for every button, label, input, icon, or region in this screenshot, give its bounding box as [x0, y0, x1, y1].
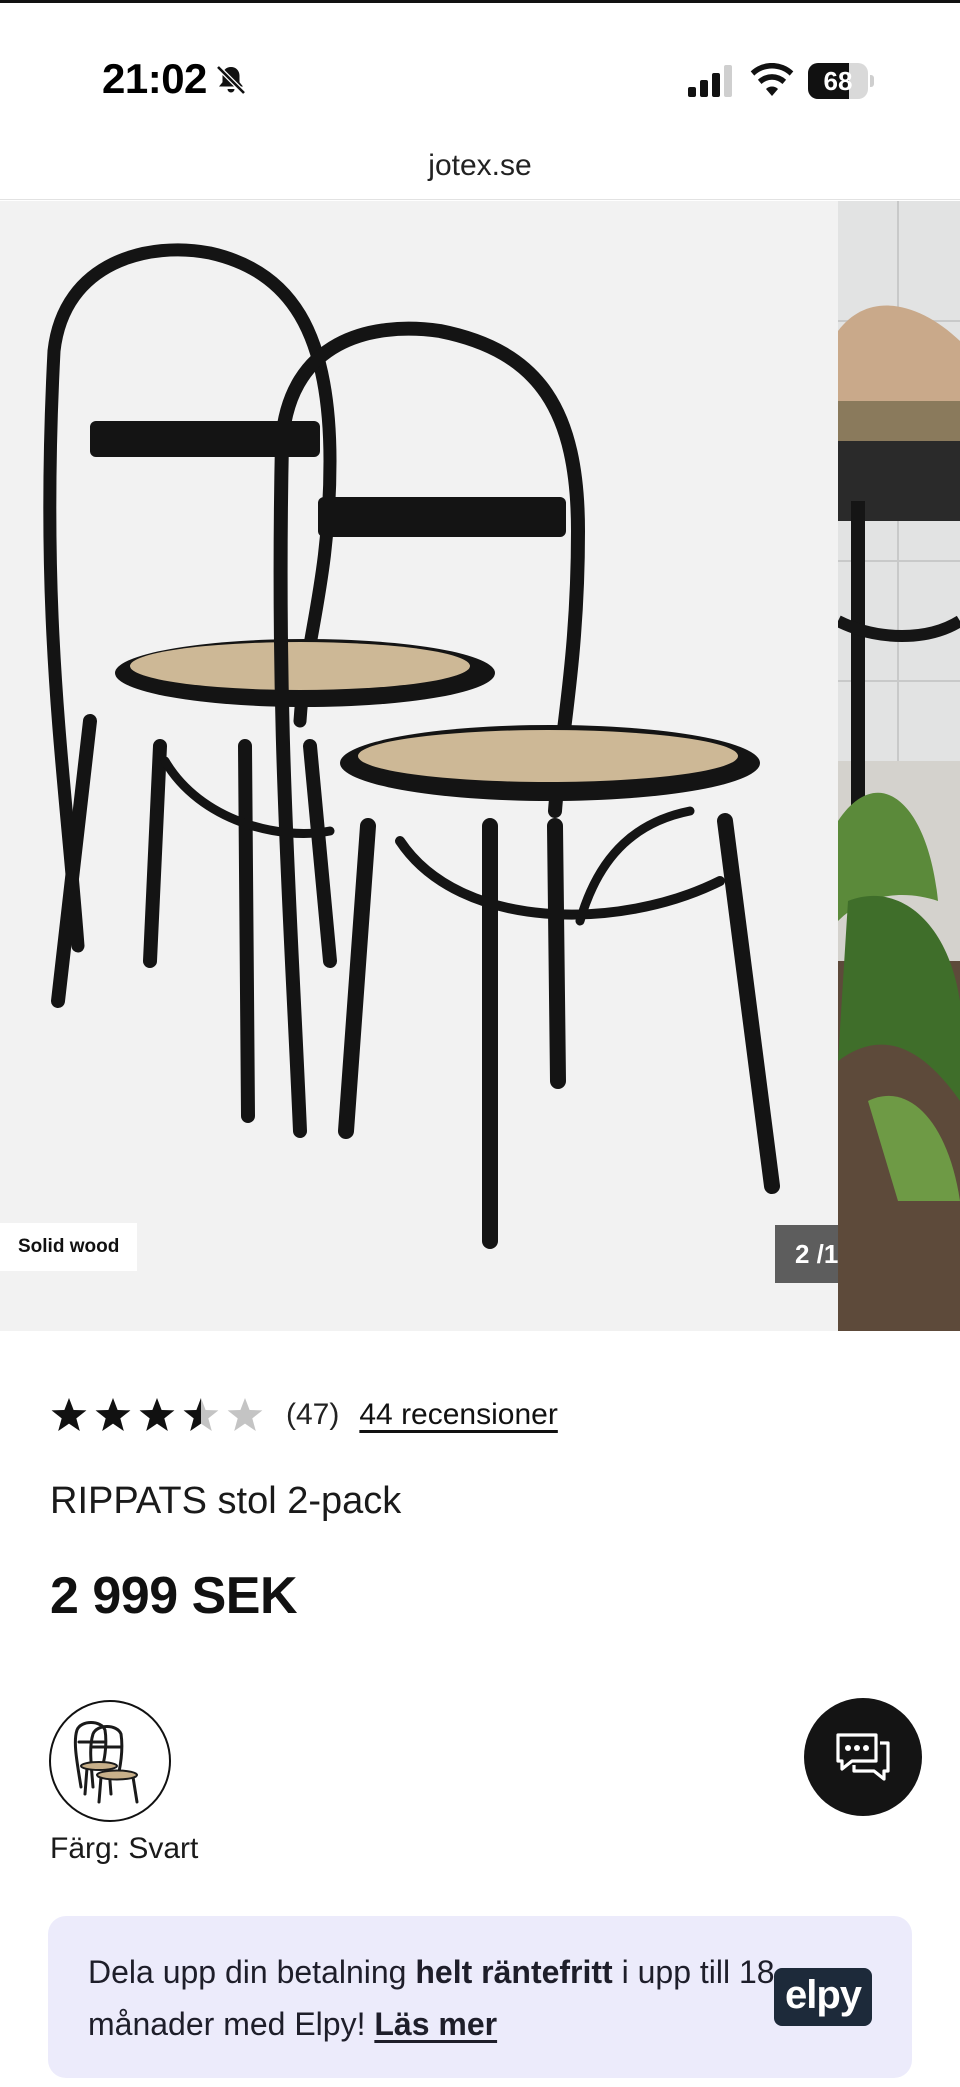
elpy-payment-banner: Dela upp din betalning helt räntefritt i… — [48, 1916, 912, 2078]
chat-button[interactable] — [804, 1698, 922, 1816]
cellular-signal-icon — [688, 65, 732, 97]
star-icon — [183, 1398, 219, 1431]
chairs-illustration — [0, 201, 838, 1331]
bell-slash-icon — [216, 65, 246, 95]
battery-icon: 68 — [808, 63, 874, 99]
read-more-link[interactable]: Läs mer — [374, 2006, 497, 2042]
elpy-text-bold: helt räntefritt — [415, 1954, 613, 1990]
product-image-next-peek[interactable] — [838, 201, 960, 1331]
status-bar: 21:02 68 — [0, 0, 960, 140]
star-icon — [139, 1398, 175, 1431]
product-price: 2 999 SEK — [50, 1567, 298, 1625]
next-image-illustration — [838, 201, 960, 1331]
elpy-logo: elpy — [774, 1968, 872, 2026]
wifi-icon — [750, 63, 794, 96]
reviews-link[interactable]: 44 recensioner — [359, 1398, 557, 1432]
product-gallery[interactable]: Solid wood 2 /11 — [0, 201, 960, 1331]
rating-row[interactable]: (47) 44 recensioner — [50, 1390, 558, 1440]
color-label: Färg: Svart — [50, 1832, 199, 1865]
color-swatch-svart[interactable] — [49, 1700, 171, 1822]
clock: 21:02 — [102, 55, 207, 102]
battery-percent: 68 — [823, 66, 853, 96]
address-bar[interactable]: jotex.se — [0, 140, 960, 200]
rating-count: (47) — [286, 1398, 340, 1431]
url-text: jotex.se — [428, 149, 532, 182]
star-icon — [227, 1398, 263, 1431]
product-image-main[interactable]: Solid wood 2 /11 — [0, 201, 920, 1331]
product-title: RIPPATS stol 2-pack — [50, 1480, 402, 1522]
star-icon — [95, 1398, 131, 1431]
material-badge: Solid wood — [0, 1223, 138, 1271]
elpy-message: Dela upp din betalning helt räntefritt i… — [88, 1946, 788, 2050]
star-icon — [51, 1398, 87, 1431]
swatch-chairs-thumbnail — [73, 1721, 139, 1804]
chat-bubbles-icon — [836, 1733, 890, 1781]
star-rating — [50, 1396, 264, 1434]
elpy-text-part: Dela upp din betalning — [88, 1954, 416, 1990]
